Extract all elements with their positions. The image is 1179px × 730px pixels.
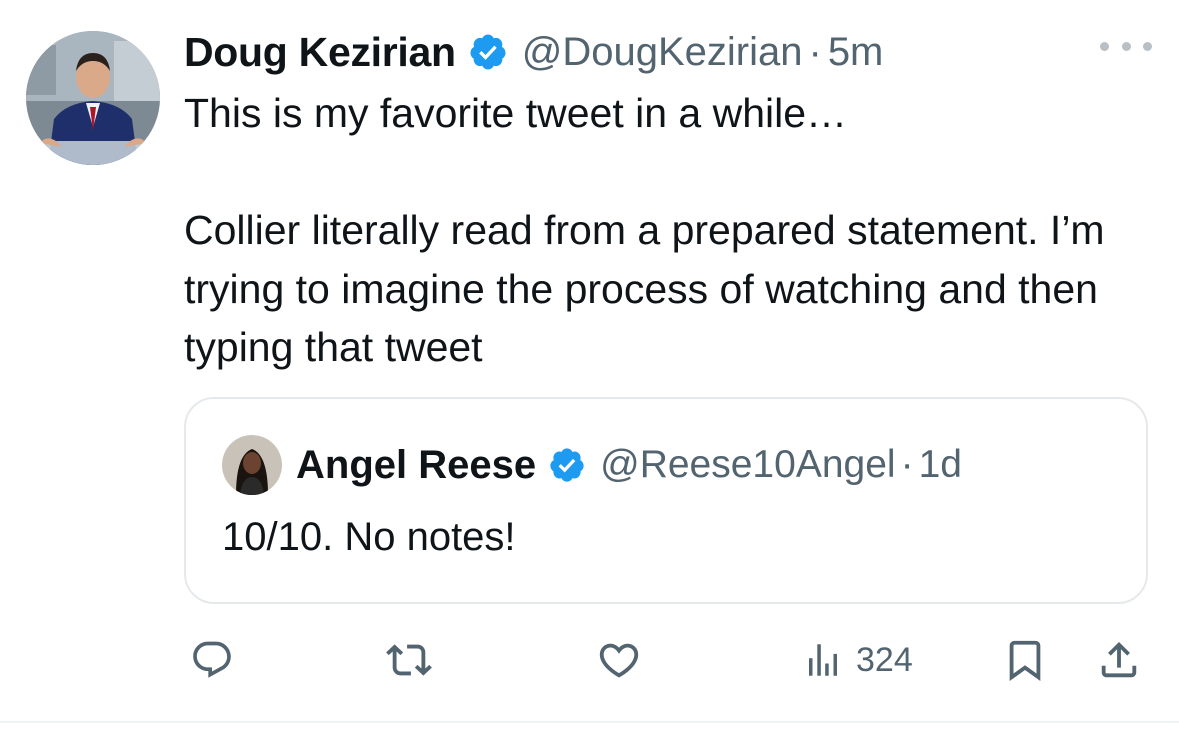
- author-avatar[interactable]: [26, 31, 160, 165]
- quoted-author-avatar: [222, 435, 282, 495]
- views-button[interactable]: 324: [802, 628, 913, 692]
- quoted-tweet-timestamp: 1d: [918, 443, 962, 486]
- share-icon: [1101, 641, 1137, 678]
- like-button[interactable]: [596, 628, 642, 692]
- tweet-text: This is my favorite tweet in a while… Co…: [184, 90, 1105, 370]
- heart-icon: [599, 643, 639, 678]
- tweet-actions-bar: 324: [0, 628, 1179, 692]
- tweet-timestamp[interactable]: 5m: [828, 30, 884, 75]
- more-dot: [1100, 41, 1109, 51]
- share-button[interactable]: [1096, 628, 1142, 692]
- more-dot: [1121, 41, 1131, 51]
- tweet-header: Doug Kezirian @DougKezirian · 5m: [184, 24, 883, 80]
- divider: [0, 721, 1179, 723]
- author-handle[interactable]: @DougKezirian: [522, 30, 803, 75]
- retweet-button[interactable]: [386, 628, 432, 692]
- views-icon: [809, 644, 837, 676]
- more-dot: [1143, 41, 1152, 51]
- verified-badge-icon: [468, 32, 508, 72]
- retweet-icon: [386, 644, 432, 676]
- author-name[interactable]: Doug Kezirian: [184, 29, 456, 76]
- views-count: 324: [856, 640, 913, 679]
- bookmark-button[interactable]: [1002, 628, 1048, 692]
- more-options-button[interactable]: [1100, 34, 1152, 58]
- quoted-author-handle: @Reese10Angel: [600, 443, 896, 486]
- bookmark-icon: [1009, 640, 1041, 681]
- separator-dot: ·: [808, 29, 822, 74]
- verified-badge-icon: [548, 446, 586, 484]
- quoted-tweet-header: Angel Reese @Reese10Angel · 1d: [222, 435, 962, 495]
- reply-button[interactable]: [190, 628, 234, 692]
- quoted-author-name: Angel Reese: [296, 442, 537, 487]
- quoted-tweet-card[interactable]: Angel Reese @Reese10Angel · 1d 10/10. No…: [184, 397, 1148, 604]
- separator-dot: ·: [900, 443, 914, 486]
- tweet[interactable]: Doug Kezirian @DougKezirian · 5m This is…: [0, 0, 1179, 730]
- reply-icon: [193, 641, 231, 678]
- quoted-tweet-text: 10/10. No notes!: [222, 515, 516, 559]
